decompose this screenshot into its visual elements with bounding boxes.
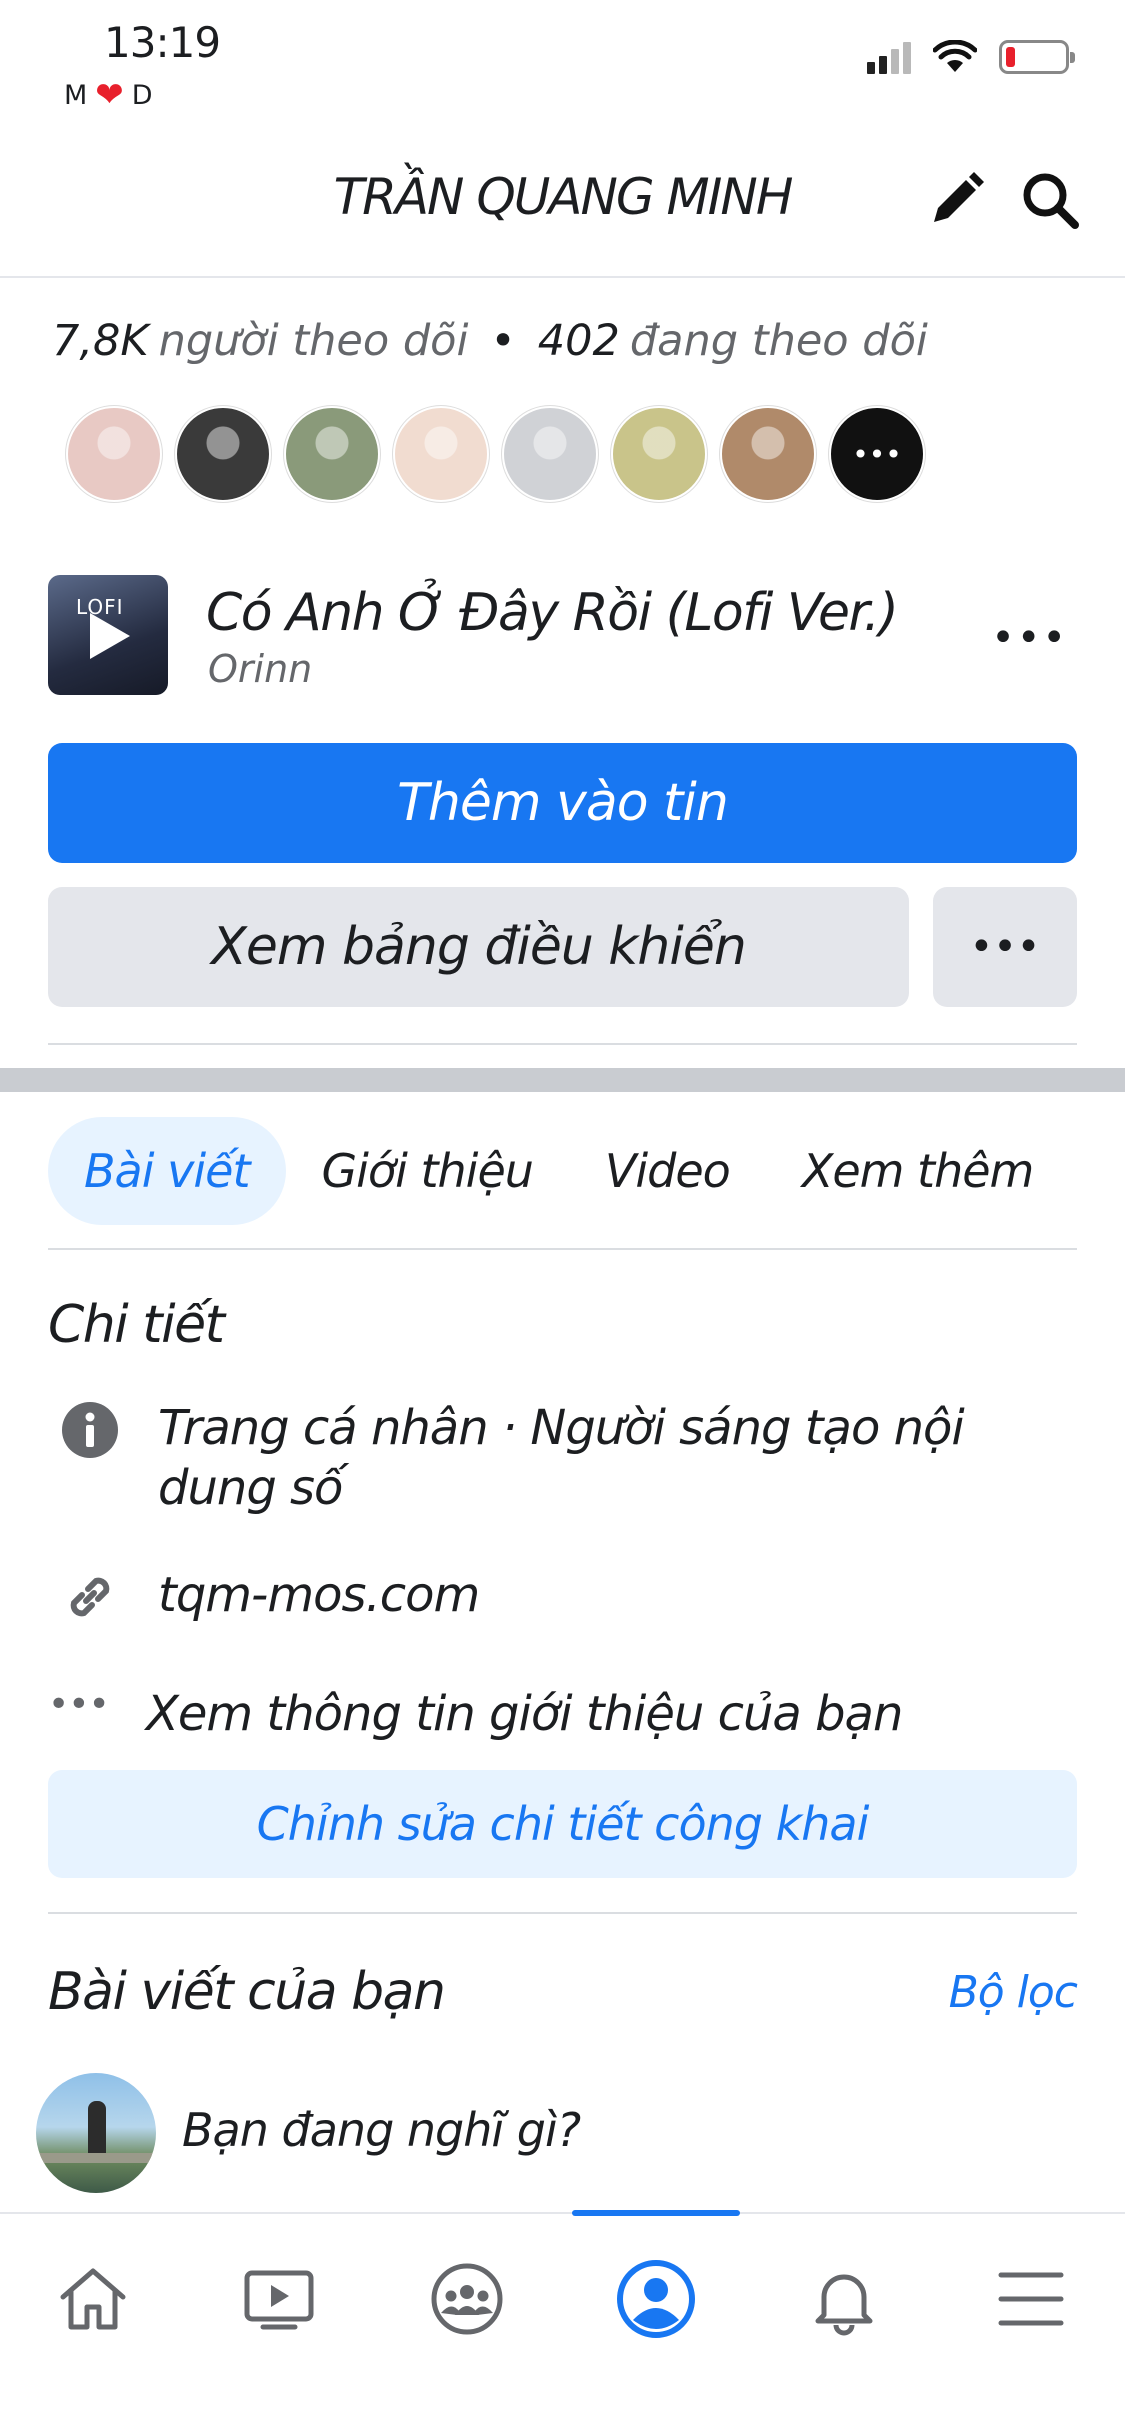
followers-count[interactable]: 7,8K [52, 316, 149, 366]
profile-music[interactable]: LOFI Có Anh Ở Đây Rồi (Lofi Ver.) Orinn … [48, 575, 1078, 695]
composer-input[interactable]: Bạn đang nghĩ gì? [182, 2103, 581, 2157]
follower-avatar-2[interactable] [175, 406, 271, 502]
heart-icon: ❤ [95, 75, 124, 115]
status-bar: 13:19 M ❤ D [0, 0, 1125, 120]
profile-tabs: Bài viết Giới thiệu Video Xem thêm [48, 1117, 1069, 1225]
detail-see-about[interactable]: ••• Xem thông tin giới thiệu của bạn [48, 1684, 1078, 1754]
filter-button[interactable]: Bộ lọc [949, 1967, 1078, 2018]
following-label[interactable]: đang theo dõi [630, 316, 928, 366]
nav-menu[interactable] [976, 2244, 1086, 2354]
follower-avatars: ••• [66, 406, 925, 502]
tab-4[interactable]: Xem thêm [766, 1117, 1070, 1225]
nav-profile[interactable] [601, 2244, 711, 2354]
detail-page-type: Trang cá nhân · Người sáng tạo nội dung … [48, 1398, 1078, 1528]
website-link[interactable]: tqm-mos.com [158, 1565, 1048, 1625]
music-artist: Orinn [208, 647, 313, 691]
play-icon[interactable] [84, 609, 134, 663]
avatar[interactable] [36, 2073, 156, 2193]
pencil-icon[interactable] [924, 168, 988, 232]
status-time: 13:19 [104, 18, 221, 67]
active-tab-indicator [572, 2210, 740, 2216]
tab-1[interactable]: Bài viết [48, 1117, 286, 1225]
view-dashboard-button[interactable]: Xem bảng điều khiển [48, 887, 909, 1007]
carrier-left: M [64, 79, 88, 111]
followers-summary[interactable]: 7,8K người theo dõi • 402 đang theo dõi [52, 316, 928, 366]
separator: • [490, 316, 516, 366]
nav-home[interactable] [38, 2244, 148, 2354]
section-divider [0, 1068, 1125, 1092]
details-title: Chi tiết [48, 1295, 225, 1355]
more-dots-icon: ••• [48, 1684, 110, 1725]
carrier-right: D [131, 79, 153, 111]
music-title: Có Anh Ở Đây Rồi (Lofi Ver.) [206, 583, 899, 643]
tab-divider [48, 1248, 1077, 1250]
add-to-story-button[interactable]: Thêm vào tin [48, 743, 1077, 863]
divider [48, 1043, 1077, 1045]
wifi-icon [933, 40, 977, 72]
bottom-nav [0, 2210, 1125, 2436]
link-icon [70, 1577, 110, 1617]
nav-groups[interactable] [412, 2244, 522, 2354]
detail-website[interactable]: tqm-mos.com [48, 1565, 1078, 1635]
followers-label[interactable]: người theo dõi [159, 316, 469, 366]
battery-icon [999, 40, 1075, 74]
divider [48, 1912, 1077, 1914]
follower-avatar-4[interactable] [393, 406, 489, 502]
nav-video[interactable] [224, 2244, 334, 2354]
follower-avatar-3[interactable] [284, 406, 380, 502]
nav-notifications[interactable] [789, 2244, 899, 2354]
following-count[interactable]: 402 [538, 316, 620, 366]
tab-3[interactable]: Video [569, 1117, 766, 1225]
profile-icon [617, 2260, 695, 2338]
home-icon [60, 2268, 126, 2330]
info-icon [62, 1402, 118, 1458]
search-icon[interactable] [1018, 168, 1082, 232]
status-carrier: M ❤ D [64, 78, 153, 112]
more-followers-button[interactable]: ••• [829, 406, 925, 502]
music-thumbnail[interactable]: LOFI [48, 575, 168, 695]
more-options-button[interactable]: ••• [933, 887, 1077, 1007]
follower-avatar-5[interactable] [502, 406, 598, 502]
menu-icon [998, 2272, 1064, 2326]
status-indicators [867, 40, 1075, 74]
follower-avatar-7[interactable] [720, 406, 816, 502]
signal-icon [867, 40, 911, 74]
video-icon [244, 2270, 314, 2330]
follower-avatar-1[interactable] [66, 406, 162, 502]
edit-public-details-button[interactable]: Chỉnh sửa chi tiết công khai [48, 1770, 1077, 1878]
follower-avatar-6[interactable] [611, 406, 707, 502]
music-more-button[interactable]: ••• [991, 615, 1068, 661]
groups-icon [431, 2263, 503, 2335]
posts-title: Bài viết của bạn [48, 1962, 446, 2022]
header-divider [0, 276, 1125, 278]
see-about-text[interactable]: Xem thông tin giới thiệu của bạn [146, 1684, 1048, 1744]
tab-2[interactable]: Giới thiệu [286, 1117, 569, 1225]
page-type-text: Trang cá nhân · Người sáng tạo nội dung … [158, 1400, 965, 1516]
bell-icon [815, 2274, 873, 2336]
battery-fill [1006, 47, 1015, 67]
profile-header: TRẦN QUANG MINH [0, 150, 1125, 250]
